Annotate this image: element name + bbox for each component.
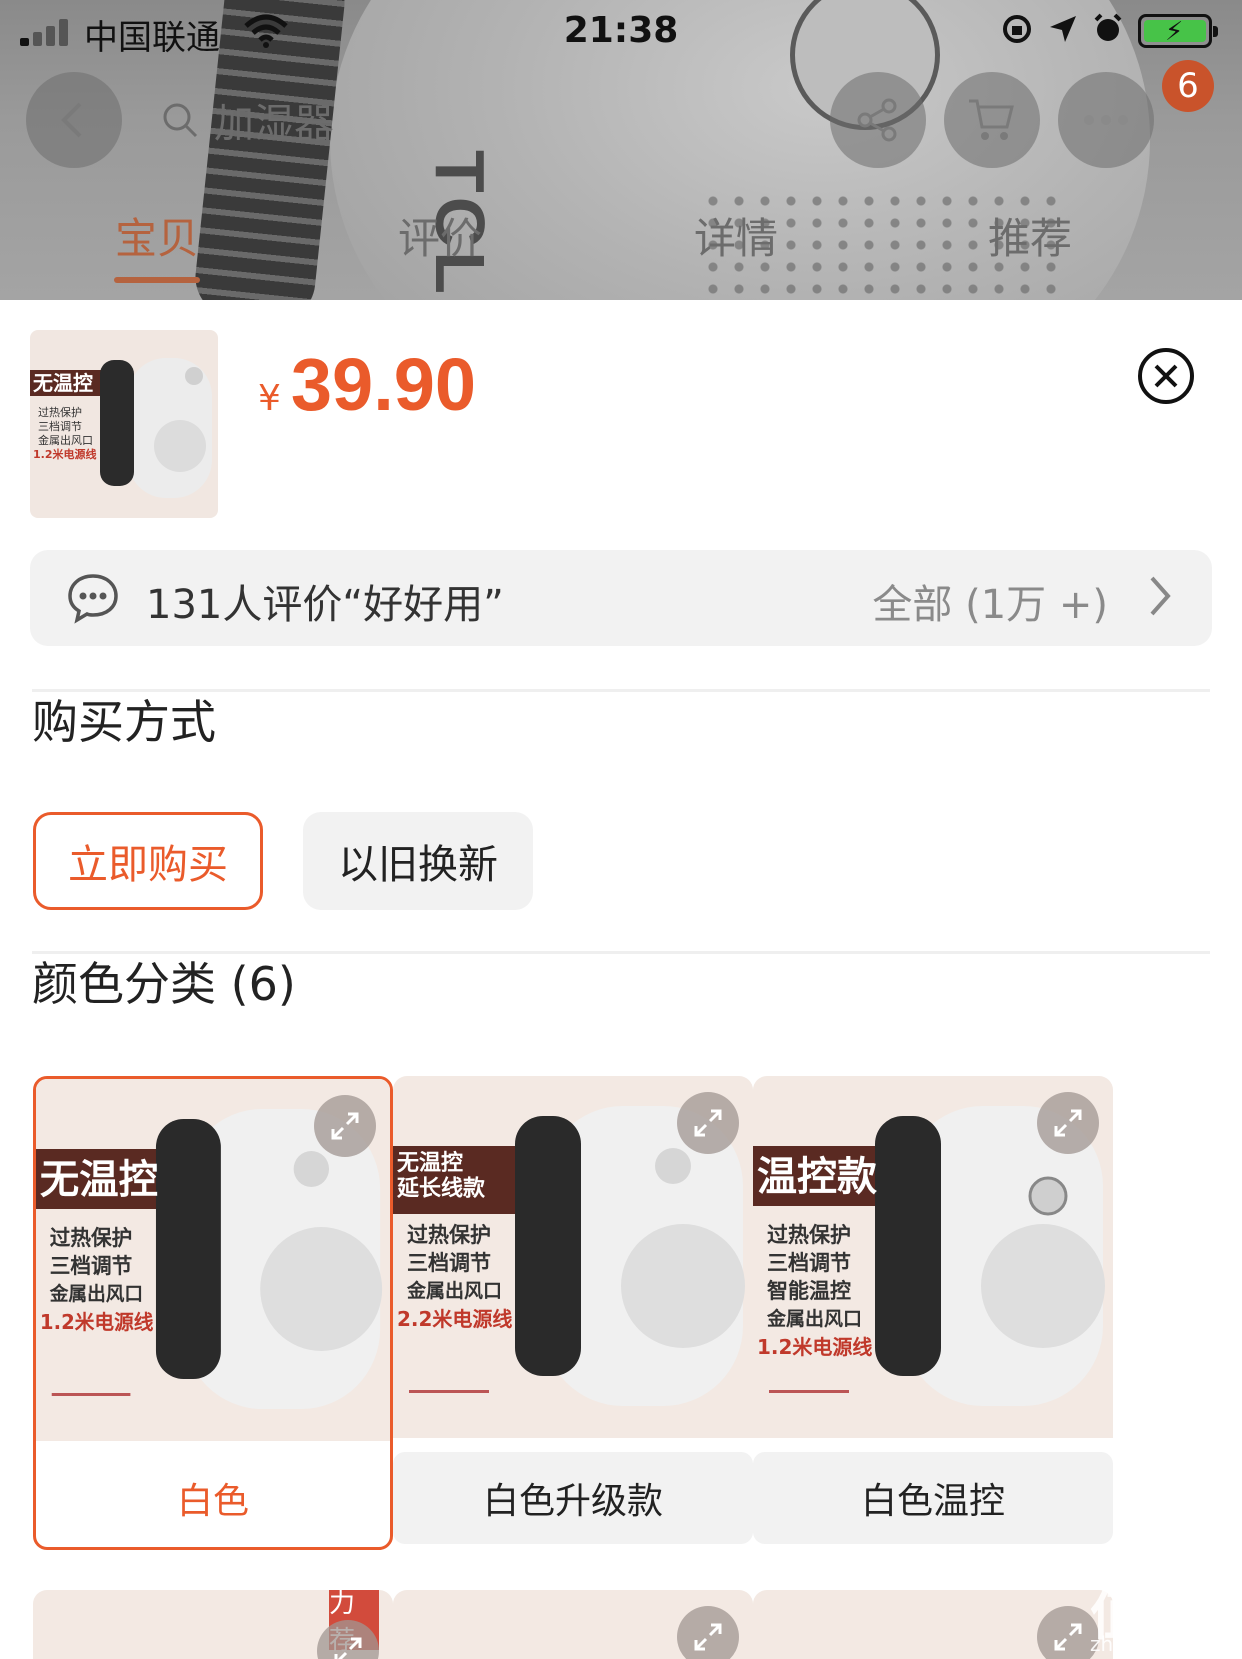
option-tag: 温控款 (757, 1154, 877, 1200)
option-line: 过热保护 (50, 1226, 133, 1250)
expand-icon (1054, 1623, 1082, 1651)
more-button[interactable] (1058, 72, 1154, 168)
share-icon (857, 98, 897, 142)
search-input[interactable]: 加湿器 (160, 82, 580, 158)
color-option-label: 白色 (36, 1452, 390, 1544)
search-icon (163, 103, 198, 138)
option-line: 2.2米电源线 (397, 1307, 512, 1331)
color-option-row2-3[interactable] (753, 1590, 1113, 1659)
buy-now-option[interactable]: 立即购买 (33, 812, 263, 910)
option-line: 金属出风口 (766, 1307, 862, 1330)
back-button[interactable] (26, 72, 122, 168)
option-line: 智能温控 (767, 1279, 851, 1303)
option-line: 金属出风口 (49, 1282, 143, 1305)
option-line: 三档调节 (767, 1251, 851, 1275)
cart-icon (969, 99, 1014, 140)
site-watermark-domain: zhizhizhi.com (1090, 1632, 1226, 1656)
thumb-line: 金属出风口 (38, 433, 93, 447)
review-total-link[interactable]: 全部 (1万 +) (872, 572, 1108, 630)
option-tag: 无温控 (40, 1157, 158, 1203)
option-line: 1.2米电源线 (757, 1335, 872, 1359)
close-icon (1154, 364, 1178, 388)
option-line: 三档调节 (407, 1251, 491, 1275)
option-line: 过热保护 (767, 1223, 851, 1247)
review-highlight: 131人评价“好好用” (146, 582, 504, 628)
expand-image-button[interactable] (314, 1095, 376, 1157)
expand-icon (331, 1112, 359, 1140)
review-summary-bar[interactable]: 131人评价“好好用” 全部 (1万 +) (30, 550, 1212, 646)
thumb-line: 三档调节 (38, 419, 82, 433)
price: ¥ 39.90 (258, 342, 476, 427)
tab-details[interactable]: 详情 (636, 205, 836, 266)
tab-reviews[interactable]: 评价 (340, 205, 540, 266)
expand-icon (694, 1623, 722, 1651)
chat-bubble-icon (66, 572, 120, 628)
color-option-white-thermostat[interactable]: 温控款 过热保护 三档调节 智能温控 金属出风口 1.2米电源线 白色温控 (753, 1076, 1113, 1550)
location-arrow-icon (1048, 14, 1078, 48)
background-product-view: TCL 中国联通 21:38 ⚡ 加湿器 6 宝贝 评价 详情 推荐 (0, 0, 1242, 300)
expand-icon (1054, 1109, 1082, 1137)
status-bar: 中国联通 21:38 ⚡ (0, 0, 1242, 62)
selected-product-thumbnail[interactable]: 无温控 过热保护 三档调节 金属出风口 1.2米电源线 (30, 330, 218, 518)
chevron-right-icon (1148, 574, 1172, 622)
tab-recommend[interactable]: 推荐 (930, 205, 1130, 266)
color-option-row2-2[interactable] (393, 1590, 753, 1659)
alarm-icon (1092, 13, 1124, 49)
option-line: 三档调节 (50, 1254, 133, 1278)
expand-icon (334, 1637, 362, 1659)
color-option-label: 白色温控 (753, 1452, 1113, 1544)
sku-selection-sheet: 无温控 过热保护 三档调节 金属出风口 1.2米电源线 ¥ 39.90 131人… (0, 300, 1242, 1659)
cart-button[interactable] (944, 72, 1040, 168)
active-tab-indicator (114, 277, 200, 283)
color-option-row2-1[interactable]: 力荐 (33, 1590, 393, 1659)
purchase-method-title: 购买方式 (32, 695, 216, 749)
orientation-lock-icon (1000, 12, 1034, 50)
share-button[interactable] (830, 72, 926, 168)
cart-count-badge: 6 (1162, 60, 1214, 112)
trade-in-option[interactable]: 以旧换新 (303, 812, 533, 910)
expand-image-button[interactable] (677, 1606, 739, 1659)
color-option-label: 白色升级款 (393, 1452, 753, 1544)
battery-icon: ⚡ (1138, 14, 1218, 48)
price-value: 39.90 (290, 343, 477, 426)
expand-icon (694, 1109, 722, 1137)
option-line: 过热保护 (407, 1223, 491, 1247)
chevron-left-icon (61, 102, 82, 138)
option-line: 金属出风口 (406, 1279, 502, 1302)
close-button[interactable] (1138, 348, 1194, 404)
expand-image-button[interactable] (1037, 1092, 1099, 1154)
thumb-tag: 无温控 (33, 371, 93, 395)
tab-item[interactable]: 宝贝 (57, 205, 257, 266)
color-option-white[interactable]: 无温控 过热保护 三档调节 金属出风口 1.2米电源线 白色 (33, 1076, 393, 1550)
more-dots-icon (1084, 115, 1128, 125)
expand-image-button[interactable] (677, 1092, 739, 1154)
thumb-line: 1.2米电源线 (33, 447, 97, 461)
option-line: 1.2米电源线 (40, 1311, 154, 1334)
thumb-line: 过热保护 (38, 405, 82, 419)
color-option-white-upgraded[interactable]: 无温控延长线款 过热保护 三档调节 金属出风口 2.2米电源线 白色升级款 (393, 1076, 753, 1550)
currency-symbol: ¥ (258, 378, 281, 419)
color-category-title: 颜色分类 (6) (32, 957, 296, 1011)
search-placeholder: 加湿器 (214, 101, 334, 147)
